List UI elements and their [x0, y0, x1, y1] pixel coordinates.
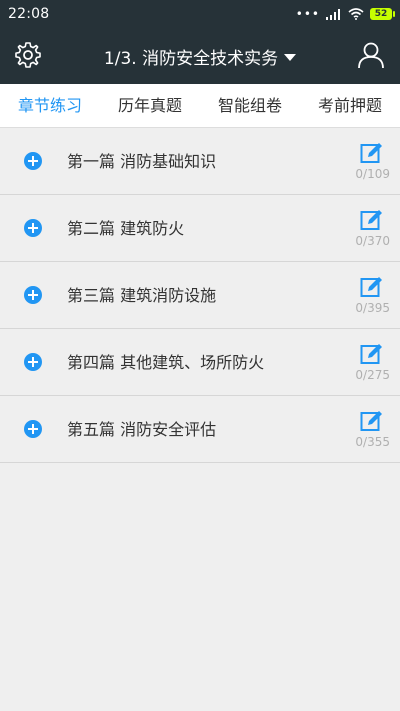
chapter-label: 第二篇 建筑防火 — [67, 219, 185, 238]
chapter-label: 第一篇 消防基础知识 — [67, 152, 217, 171]
chapter-row-5[interactable]: 第五篇 消防安全评估 0/355 — [0, 396, 400, 463]
chapter-row-1[interactable]: 第一篇 消防基础知识 0/109 — [0, 128, 400, 195]
edit-icon[interactable] — [360, 208, 384, 232]
edit-icon[interactable] — [360, 275, 384, 299]
wifi-icon — [348, 8, 364, 20]
chapter-progress: 0/395 — [355, 301, 390, 315]
status-icons: ••• 52 — [295, 7, 395, 21]
tab-smart-paper[interactable]: 智能组卷 — [200, 84, 300, 128]
expand-plus-icon[interactable] — [24, 286, 42, 304]
signal-icon — [326, 9, 340, 20]
tab-pre-exam[interactable]: 考前押题 — [300, 84, 400, 128]
status-time: 22:08 — [8, 6, 50, 22]
page-title: 1/3. 消防安全技术实务 — [103, 48, 279, 69]
tab-chapter-practice[interactable]: 章节练习 — [0, 84, 100, 128]
chapter-progress: 0/355 — [355, 435, 390, 449]
chapter-label: 第三篇 建筑消防设施 — [67, 286, 217, 305]
chapter-label: 第五篇 消防安全评估 — [67, 420, 217, 439]
chapter-progress: 0/275 — [355, 368, 390, 382]
expand-plus-icon[interactable] — [24, 152, 42, 170]
chapter-row-3[interactable]: 第三篇 建筑消防设施 0/395 — [0, 262, 400, 329]
chapter-progress: 0/370 — [355, 234, 390, 248]
tab-past-exams[interactable]: 历年真题 — [100, 84, 200, 128]
battery-indicator: 52 — [370, 8, 395, 20]
edit-icon[interactable] — [360, 409, 384, 433]
course-selector[interactable]: 1/3. 消防安全技术实务 — [60, 28, 340, 84]
expand-plus-icon[interactable] — [24, 420, 42, 438]
edit-icon[interactable] — [360, 342, 384, 366]
chapter-label: 第四篇 其他建筑、场所防火 — [67, 353, 265, 372]
chapter-row-2[interactable]: 第二篇 建筑防火 0/370 — [0, 195, 400, 262]
app-bar: 1/3. 消防安全技术实务 — [0, 28, 400, 84]
gear-icon[interactable] — [14, 41, 42, 69]
user-icon[interactable] — [356, 40, 386, 70]
status-bar: 22:08 ••• 52 — [0, 0, 400, 28]
expand-plus-icon[interactable] — [24, 353, 42, 371]
chapter-row-4[interactable]: 第四篇 其他建筑、场所防火 0/275 — [0, 329, 400, 396]
tab-bar: 章节练习 历年真题 智能组卷 考前押题 — [0, 84, 400, 128]
notification-dots: ••• — [295, 7, 320, 21]
expand-plus-icon[interactable] — [24, 219, 42, 237]
dropdown-caret-icon — [284, 53, 297, 61]
edit-icon[interactable] — [360, 141, 384, 165]
chapter-progress: 0/109 — [355, 167, 390, 181]
chapter-list: 第一篇 消防基础知识 0/109 第二篇 建筑防火 0/370 第三篇 建筑消防… — [0, 128, 400, 463]
